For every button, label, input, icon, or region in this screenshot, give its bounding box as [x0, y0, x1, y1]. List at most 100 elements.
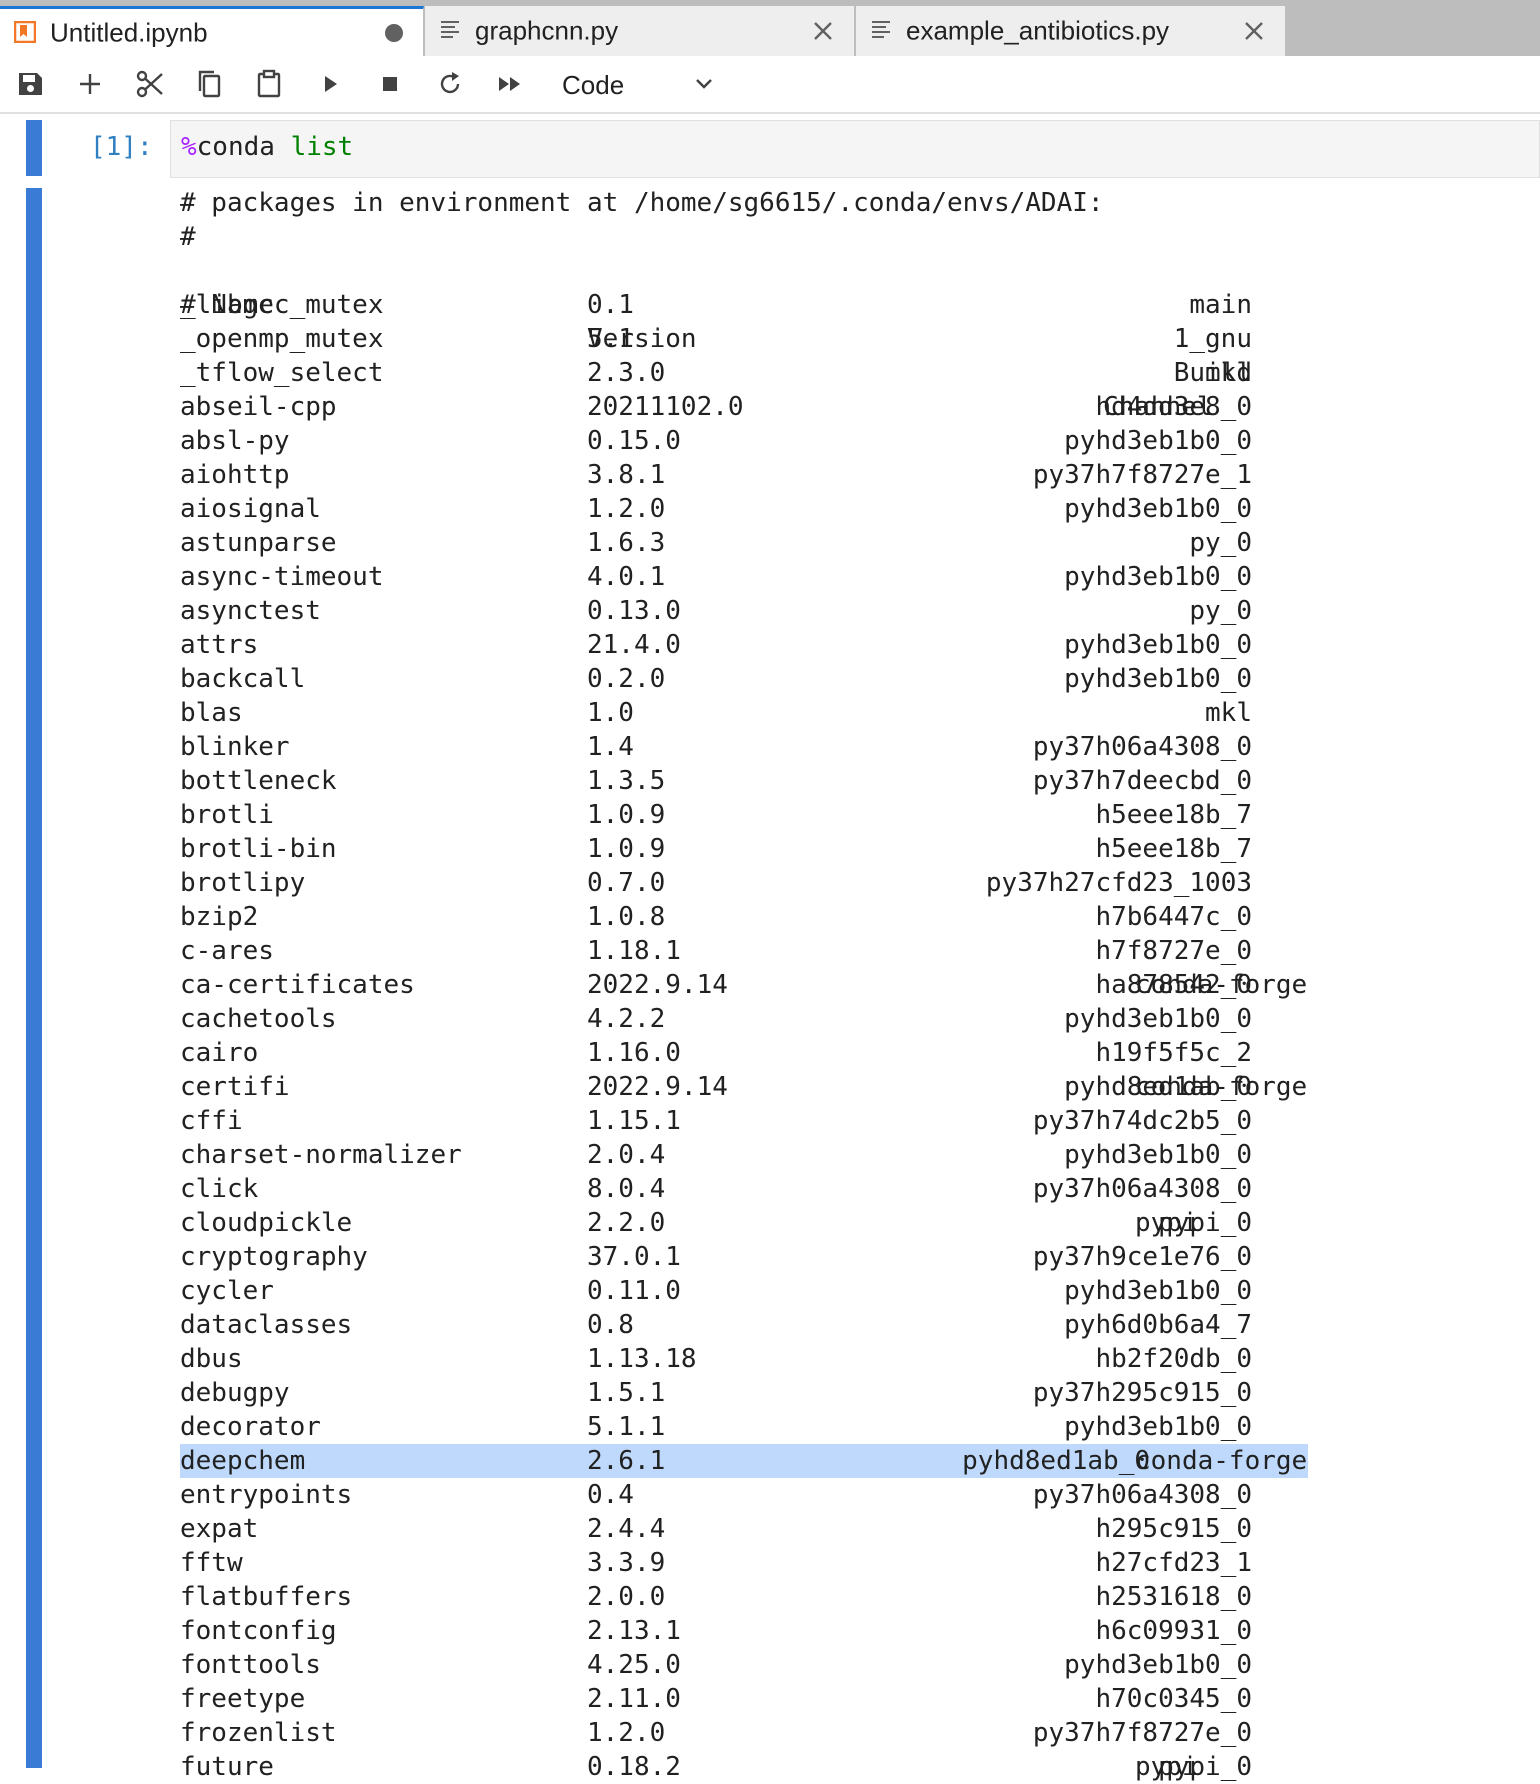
- package-row: expat 2.4.4 h295c915_0: [180, 1512, 1410, 1546]
- package-name: cycler: [180, 1276, 274, 1306]
- package-version: 2022.9.14: [587, 1072, 728, 1102]
- package-version: 0.13.0: [587, 596, 681, 626]
- run-all-button[interactable]: [494, 68, 526, 100]
- package-version: 1.16.0: [587, 1038, 681, 1068]
- package-name: decorator: [180, 1412, 321, 1442]
- package-name: dbus: [180, 1344, 243, 1374]
- package-build: 1_gnu: [1173, 324, 1252, 354]
- package-row: freetype 2.11.0 h70c0345_0: [180, 1682, 1410, 1716]
- package-version: 2.4.4: [587, 1514, 666, 1544]
- run-button[interactable]: [314, 68, 346, 100]
- package-row: async-timeout 4.0.1 pyhd3eb1b0_0: [180, 560, 1410, 594]
- close-icon[interactable]: [812, 20, 834, 42]
- paste-button[interactable]: [253, 68, 285, 100]
- restart-icon: [440, 72, 460, 94]
- cell-type-dropdown[interactable]: Code: [548, 64, 718, 104]
- close-icon[interactable]: [1243, 20, 1265, 42]
- package-build: py37h74dc2b5_0: [1032, 1106, 1252, 1136]
- package-name: cloudpickle: [180, 1208, 353, 1238]
- package-build: py_0: [1189, 596, 1252, 626]
- package-build: pyhd3eb1b0_0: [1064, 426, 1252, 456]
- package-channel: pypi: [1135, 1208, 1198, 1238]
- package-version: 4.2.2: [587, 1004, 666, 1034]
- package-name: astunparse: [180, 528, 337, 558]
- package-version: 2022.9.14: [587, 970, 728, 1000]
- tab-example-antibiotics-py[interactable]: example_antibiotics.py: [856, 6, 1286, 56]
- package-build: h2531618_0: [1095, 1582, 1252, 1612]
- package-row: cachetools 4.2.2 pyhd3eb1b0_0: [180, 1002, 1410, 1036]
- paste-icon: [257, 69, 281, 98]
- package-version: 0.1: [587, 290, 634, 320]
- package-name: abseil-cpp: [180, 392, 337, 422]
- package-row: decorator 5.1.1 pyhd3eb1b0_0: [180, 1410, 1410, 1444]
- package-version: 1.0.8: [587, 902, 666, 932]
- restart-button[interactable]: [434, 68, 466, 100]
- stop-button[interactable]: [374, 68, 406, 100]
- package-version: 0.8: [587, 1310, 634, 1340]
- add-cell-button[interactable]: [74, 68, 106, 100]
- input-collapser[interactable]: [26, 120, 42, 176]
- package-row: deepchem 2.6.1 pyhd8ed1ab_0 conda-forge: [180, 1444, 1308, 1478]
- package-version: 2.13.1: [587, 1616, 681, 1646]
- package-build: pyhd8ed1ab_0: [962, 1446, 1150, 1476]
- package-name: freetype: [180, 1684, 306, 1714]
- package-channel: pypi: [1135, 1752, 1198, 1782]
- magic-command: conda: [196, 132, 275, 162]
- package-row: absl-py 0.15.0 pyhd3eb1b0_0: [180, 424, 1410, 458]
- package-name: expat: [180, 1514, 259, 1544]
- add-cell-icon: [80, 74, 100, 94]
- package-version: 1.6.3: [587, 528, 666, 558]
- package-row: backcall 0.2.0 pyhd3eb1b0_0: [180, 662, 1410, 696]
- package-version: 2.0.4: [587, 1140, 666, 1170]
- cut-button[interactable]: [134, 68, 166, 100]
- package-version: 2.3.0: [587, 358, 666, 388]
- package-row: flatbuffers 2.0.0 h2531618_0: [180, 1580, 1410, 1614]
- package-name: fontconfig: [180, 1616, 337, 1646]
- copy-button[interactable]: [193, 68, 225, 100]
- stop-icon: [383, 77, 397, 91]
- magic-argument: list: [290, 132, 354, 162]
- output-collapser[interactable]: [26, 188, 42, 1768]
- tab-label: graphcnn.py: [475, 15, 619, 46]
- package-name: aiohttp: [180, 460, 290, 490]
- text-file-icon: [441, 21, 459, 38]
- tab-label: example_antibiotics.py: [906, 15, 1170, 46]
- code-input[interactable]: %conda list: [170, 120, 1540, 178]
- package-row: blas 1.0 mkl: [180, 696, 1410, 730]
- package-build: h70c0345_0: [1095, 1684, 1252, 1714]
- package-name: attrs: [180, 630, 259, 660]
- package-version: 0.11.0: [587, 1276, 681, 1306]
- package-name: future: [180, 1752, 274, 1782]
- package-version: 2.0.0: [587, 1582, 666, 1612]
- package-name: frozenlist: [180, 1718, 337, 1748]
- package-row: cffi 1.15.1 py37h74dc2b5_0: [180, 1104, 1410, 1138]
- package-row: certifi 2022.9.14 pyhd8ed1ab_0 conda-forge: [180, 1070, 1410, 1104]
- package-version: 2.6.1: [587, 1446, 666, 1476]
- package-name: blas: [180, 698, 243, 728]
- tab-untitled-ipynb[interactable]: Untitled.ipynb: [0, 6, 424, 56]
- package-row: bzip2 1.0.8 h7b6447c_0: [180, 900, 1410, 934]
- package-version: 2.11.0: [587, 1684, 681, 1714]
- package-name: fonttools: [180, 1650, 321, 1680]
- run-all-icon: [499, 77, 520, 91]
- package-build: h295c915_0: [1095, 1514, 1252, 1544]
- package-name: brotlipy: [180, 868, 306, 898]
- package-build: py37h7f8727e_0: [1032, 1718, 1252, 1748]
- cell-type-value: Code: [562, 70, 625, 100]
- package-row: aiohttp 3.8.1 py37h7f8727e_1: [180, 458, 1410, 492]
- package-name: entrypoints: [180, 1480, 353, 1510]
- package-name: bottleneck: [180, 766, 337, 796]
- package-build: py37h7deecbd_0: [1032, 766, 1252, 796]
- package-name: absl-py: [180, 426, 290, 456]
- text-file-icon: [872, 21, 890, 38]
- package-row: ca-certificates 2022.9.14 ha878542_0 conda-…: [180, 968, 1410, 1002]
- package-row: future 0.18.2 pypi_0 pypi: [180, 1750, 1410, 1784]
- package-build: py37h9ce1e76_0: [1032, 1242, 1252, 1272]
- save-button[interactable]: [14, 68, 46, 100]
- tab-bar: Untitled.ipynb graphcnn.py example_antib…: [0, 0, 1540, 56]
- package-build: pyhd3eb1b0_0: [1064, 630, 1252, 660]
- package-row: brotlipy 0.7.0 py37h27cfd23_1003: [180, 866, 1410, 900]
- package-build: h19f5f5c_2: [1095, 1038, 1252, 1068]
- tab-graphcnn-py[interactable]: graphcnn.py: [425, 6, 855, 56]
- package-row: brotli-bin 1.0.9 h5eee18b_7: [180, 832, 1410, 866]
